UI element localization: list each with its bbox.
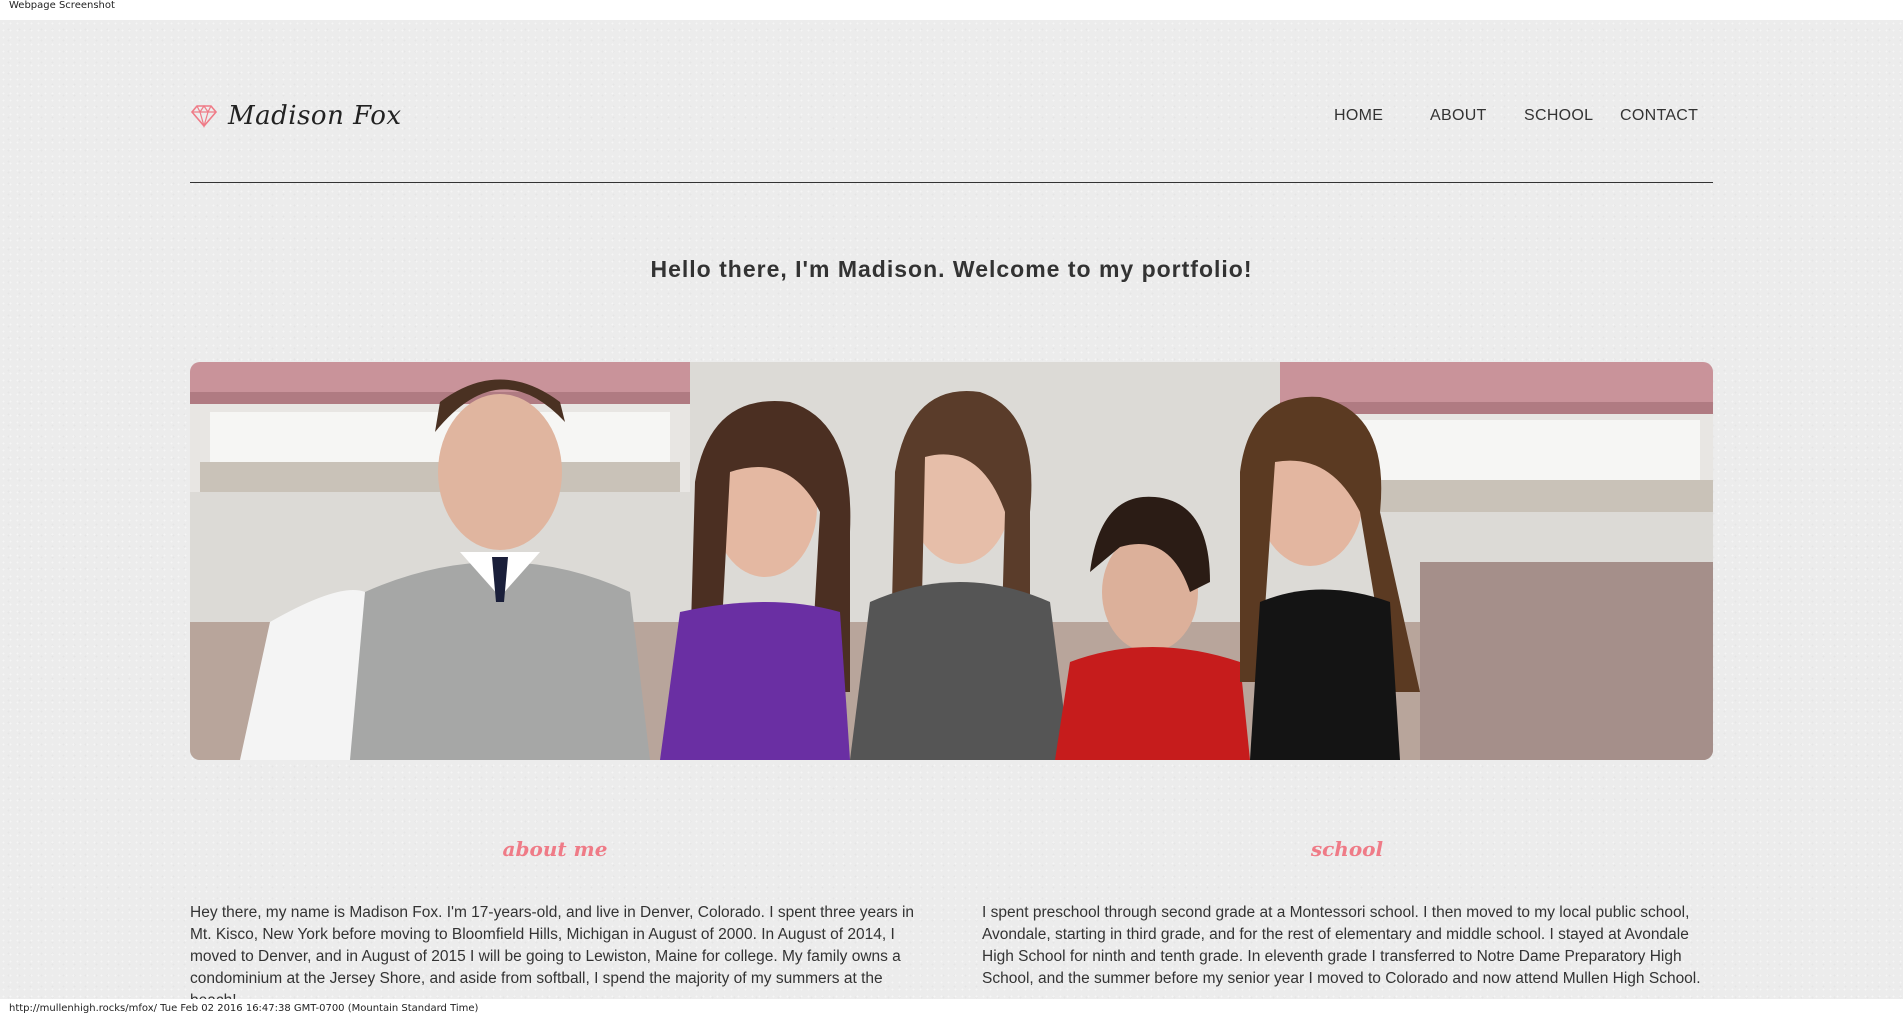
nav-contact[interactable]: CONTACT [1620,106,1698,126]
school-text: I spent preschool through second grade a… [982,904,1701,987]
nav-about[interactable]: ABOUT [1430,106,1487,126]
welcome-heading: Hello there, I'm Madison. Welcome to my … [650,256,1253,282]
diamond-icon [190,104,218,128]
status-url-timestamp: http://mullenhigh.rocks/mfox/ Tue Feb 02… [9,1003,479,1014]
screenshot-caption: Webpage Screenshot [9,0,115,11]
nav-school[interactable]: SCHOOL [1524,106,1593,126]
brand-name: Madison Fox [228,101,402,131]
status-bar: http://mullenhigh.rocks/mfox/ Tue Feb 02… [0,999,1903,1019]
nav-home[interactable]: HOME [1334,106,1383,126]
brand-logo[interactable]: Madison Fox [190,96,402,136]
page-body: Madison Fox HOME ABOUT SCHOOL CONTACT He… [0,20,1903,999]
family-photo [190,362,1713,760]
header-divider [190,182,1713,183]
hero-photo [190,362,1713,760]
main-nav: HOME ABOUT SCHOOL CONTACT [1312,106,1712,130]
school-heading: school [1310,837,1384,861]
about-heading: about me [502,837,608,861]
about-text: Hey there, my name is Madison Fox. I'm 1… [190,904,915,999]
